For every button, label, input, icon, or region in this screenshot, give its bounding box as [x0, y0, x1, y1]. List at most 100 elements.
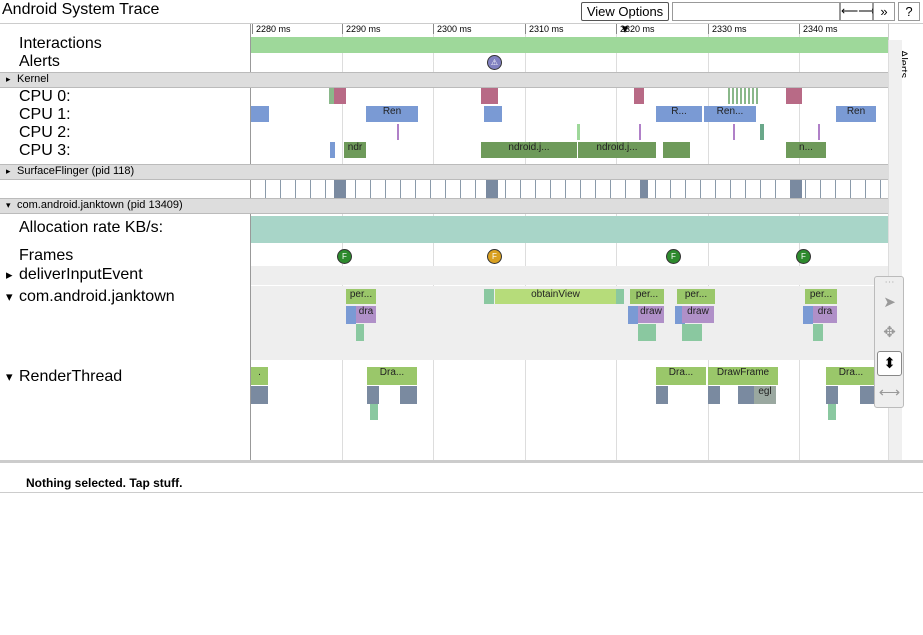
- expand-button[interactable]: »: [873, 2, 895, 21]
- expand-triangle-icon[interactable]: ▸: [6, 267, 13, 283]
- render-slice[interactable]: [370, 404, 378, 420]
- track-label-allocation: Allocation rate KB/s:: [19, 219, 164, 236]
- thread-slice[interactable]: [803, 306, 813, 324]
- view-options-button[interactable]: View Options ▾: [581, 2, 669, 36]
- thread-slice[interactable]: [346, 306, 356, 324]
- cpu-slice[interactable]: [484, 106, 502, 122]
- janktown-process-label: com.android.janktown (pid 13409): [17, 199, 183, 211]
- deliverinputevent-track[interactable]: [251, 266, 888, 285]
- render-slice[interactable]: [367, 386, 379, 404]
- sf-slice[interactable]: [790, 180, 802, 198]
- render-slice[interactable]: [828, 404, 836, 420]
- thread-slice[interactable]: [356, 324, 364, 341]
- thread-slice[interactable]: [638, 324, 656, 341]
- render-slice[interactable]: [738, 386, 754, 404]
- cpu-slice[interactable]: R...: [656, 106, 702, 122]
- render-slice[interactable]: [826, 386, 838, 404]
- search-input[interactable]: [672, 2, 840, 21]
- track-label-interactions: Interactions: [19, 35, 102, 52]
- render-slice[interactable]: .: [251, 367, 268, 385]
- zoom-to-selection-button[interactable]: ⟵⟶: [840, 2, 875, 21]
- render-slice[interactable]: [708, 386, 720, 404]
- cpu-slice[interactable]: [639, 124, 641, 140]
- render-slice[interactable]: [251, 386, 268, 404]
- cpu-slice[interactable]: [728, 88, 758, 104]
- thread-slice[interactable]: per...: [805, 289, 837, 304]
- zoom-mode-icon[interactable]: ⬍: [877, 351, 902, 376]
- timeline-track-area[interactable]: 2280 ms 2290 ms 2300 ms 2310 ms 2320 ms …: [0, 24, 888, 460]
- render-slice[interactable]: [656, 386, 668, 404]
- thread-slice[interactable]: dra: [356, 306, 376, 323]
- cpu-slice[interactable]: ndr: [344, 142, 366, 158]
- cpu-slice[interactable]: [330, 142, 335, 158]
- cpu-slice[interactable]: [397, 124, 399, 140]
- thread-slice[interactable]: draw: [638, 306, 664, 323]
- interaction-bar[interactable]: [251, 37, 888, 53]
- allocation-rate-counter[interactable]: [251, 216, 888, 243]
- thread-slice[interactable]: [484, 289, 494, 304]
- frame-marker-icon[interactable]: F: [337, 249, 352, 264]
- cpu-slice[interactable]: [760, 124, 764, 140]
- sf-slice[interactable]: [640, 180, 648, 198]
- ruler-tick: 2310 ms: [525, 24, 564, 34]
- thread-slice[interactable]: dra: [813, 306, 837, 323]
- cpu-slice[interactable]: [634, 88, 644, 104]
- thread-slice[interactable]: per...: [630, 289, 664, 304]
- collapse-triangle-icon[interactable]: ▾: [6, 289, 13, 305]
- track-label-cpu3: CPU 3:: [19, 142, 71, 159]
- selection-status: Nothing selected. Tap stuff.: [0, 471, 923, 493]
- track-label-janktown-thread: com.android.janktown: [19, 288, 175, 305]
- thread-slice[interactable]: [682, 324, 702, 341]
- thread-slice[interactable]: [813, 324, 823, 341]
- cpu-slice[interactable]: Ren: [836, 106, 876, 122]
- track-label-cpu2: CPU 2:: [19, 124, 71, 141]
- render-slice[interactable]: Dra...: [826, 367, 876, 385]
- cpu-slice[interactable]: Ren: [366, 106, 418, 122]
- cpu-slice[interactable]: [481, 88, 498, 104]
- frame-marker-icon[interactable]: F: [796, 249, 811, 264]
- render-slice[interactable]: egl: [754, 386, 776, 404]
- collapse-triangle-icon[interactable]: ▾: [6, 369, 13, 385]
- cpu-slice[interactable]: [818, 124, 820, 140]
- expand-triangle-icon[interactable]: ▸: [6, 165, 11, 178]
- surfaceflinger-label: SurfaceFlinger (pid 118): [17, 165, 135, 177]
- surfaceflinger-group-header[interactable]: ▸ SurfaceFlinger (pid 118): [0, 164, 888, 180]
- thread-slice[interactable]: per...: [346, 289, 376, 304]
- timing-mode-icon[interactable]: ⟷: [877, 381, 902, 406]
- kernel-group-header[interactable]: ▸ Kernel: [0, 72, 888, 88]
- cpu-slice[interactable]: ndroid.j...: [481, 142, 577, 158]
- cpu-slice[interactable]: ndroid.j...: [578, 142, 656, 158]
- alert-marker-icon[interactable]: ⚠: [487, 55, 502, 70]
- pan-mode-icon[interactable]: ✥: [877, 321, 902, 346]
- expand-triangle-icon[interactable]: ▸: [6, 73, 11, 86]
- collapse-triangle-icon[interactable]: ▾: [6, 199, 11, 212]
- thread-slice[interactable]: [616, 289, 624, 304]
- render-slice[interactable]: DrawFrame: [708, 367, 778, 385]
- thread-slice[interactable]: obtainView: [495, 289, 616, 304]
- cpu-slice[interactable]: [663, 142, 690, 158]
- track-label-cpu1: CPU 1:: [19, 106, 71, 123]
- thread-slice[interactable]: [628, 306, 638, 324]
- janktown-process-group-header[interactable]: ▾ com.android.janktown (pid 13409): [0, 198, 888, 214]
- thread-slice[interactable]: draw: [682, 306, 714, 323]
- thread-slice[interactable]: per...: [677, 289, 715, 304]
- selection-mode-icon[interactable]: ➤: [877, 291, 902, 316]
- cpu-slice[interactable]: [577, 124, 580, 140]
- frame-marker-icon[interactable]: F: [666, 249, 681, 264]
- cpu-slice[interactable]: [733, 124, 735, 140]
- track-label-cpu0: CPU 0:: [19, 88, 71, 105]
- cpu-slice[interactable]: [786, 88, 802, 104]
- cpu-slice[interactable]: Ren...: [704, 106, 756, 122]
- sf-slice[interactable]: [486, 180, 498, 198]
- sf-slice[interactable]: [334, 180, 346, 198]
- app-title: Android System Trace: [2, 1, 160, 18]
- cpu-slice[interactable]: [251, 106, 269, 122]
- help-button[interactable]: ?: [898, 2, 920, 21]
- cpu-slice[interactable]: [334, 88, 346, 104]
- render-slice[interactable]: Dra...: [656, 367, 706, 385]
- render-slice[interactable]: Dra...: [367, 367, 417, 385]
- frame-marker-icon[interactable]: F: [487, 249, 502, 264]
- render-slice[interactable]: [400, 386, 417, 404]
- cpu-slice[interactable]: n...: [786, 142, 826, 158]
- ruler-tick: 2300 ms: [433, 24, 472, 34]
